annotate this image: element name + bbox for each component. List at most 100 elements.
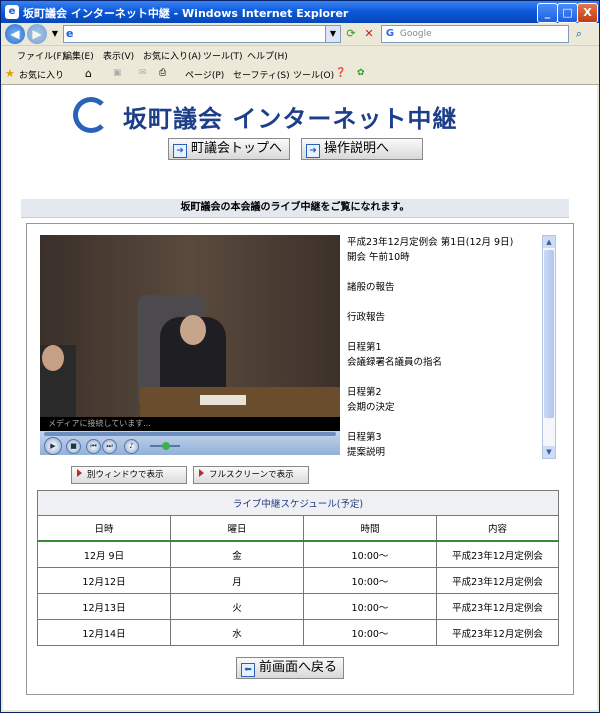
scroll-down-icon[interactable]: ▼ xyxy=(543,446,555,458)
favorites-bar: ★ お気に入り ⌂ ▣ ✉ ⎙ ページ(P) セーフティ(S) ツール(O) ❓… xyxy=(1,64,599,85)
address-input[interactable]: e ▼ xyxy=(63,25,341,43)
home-icon[interactable]: ⌂ xyxy=(85,67,92,80)
agenda-line: 日程第3 xyxy=(347,432,382,443)
assembly-top-label: 町議会トップへ xyxy=(191,141,283,156)
cell-time: 10:00～ xyxy=(303,540,437,568)
next-icon[interactable]: ⏭ xyxy=(102,439,117,454)
instructions-label: 操作説明へ xyxy=(324,141,390,156)
col-header-weekday: 曜日 xyxy=(170,515,304,542)
agenda-list: 平成23年12月定例会 第1日(12月 9日) 開会 午前10時 諸般の報告 行… xyxy=(347,235,535,457)
search-icon[interactable]: ⌕ xyxy=(571,26,587,42)
address-toolbar: ◀ ▶ ▼ e ▼ ⟳ ✕ G Google ⌕ xyxy=(1,23,599,45)
menu-edit[interactable]: 編集(E) xyxy=(63,49,94,62)
ie-icon: e xyxy=(5,5,19,19)
scroll-thumb[interactable] xyxy=(544,250,554,418)
feeds-icon[interactable]: ▣ xyxy=(113,68,122,78)
agenda-line: 日程第1 xyxy=(347,342,382,353)
cell-time: 10:00～ xyxy=(303,593,437,620)
instructions-button[interactable]: ➜ 操作説明へ xyxy=(301,138,423,160)
menu-favorites[interactable]: お気に入り(A) xyxy=(143,49,201,62)
arrow-right-icon: ➜ xyxy=(306,144,320,158)
forward-nav-icon[interactable]: ▶ xyxy=(27,24,47,44)
cell-date: 12月14日 xyxy=(37,619,171,646)
fullscreen-button[interactable]: フルスクリーンで表示 xyxy=(193,466,309,484)
search-placeholder: Google xyxy=(399,29,432,39)
favorites-button[interactable]: お気に入り xyxy=(19,68,64,81)
video-nameplate xyxy=(200,395,246,405)
player-controls: ▶ ■ ⏮ ⏭ ♪ xyxy=(40,431,340,455)
player-status: メディアに接続しています... xyxy=(40,417,340,431)
ie-page-icon: e xyxy=(66,27,74,40)
tools-menu[interactable]: ツール(O) xyxy=(293,68,334,81)
cell-weekday: 金 xyxy=(170,540,304,568)
table-row: 12月14日 水 10:00～ 平成23年12月定例会 xyxy=(37,619,559,646)
red-arrow-icon xyxy=(77,469,82,477)
scroll-up-icon[interactable]: ▲ xyxy=(543,236,555,248)
previous-icon[interactable]: ⏮ xyxy=(86,439,101,454)
play-icon[interactable]: ▶ xyxy=(44,437,62,455)
agenda-scrollbar[interactable]: ▲ ▼ xyxy=(542,235,556,459)
cell-weekday: 月 xyxy=(170,567,304,594)
browser-window: e 坂町議会 インターネット中継 - Windows Internet Expl… xyxy=(0,0,600,713)
menu-help[interactable]: ヘルプ(H) xyxy=(247,49,288,62)
cell-weekday: 水 xyxy=(170,619,304,646)
assembly-top-button[interactable]: ➜ 町議会トップへ xyxy=(168,138,290,160)
cell-content: 平成23年12月定例会 xyxy=(436,619,559,646)
minimize-button[interactable]: _ xyxy=(537,3,558,23)
maximize-button[interactable]: □ xyxy=(557,3,578,23)
back-button[interactable]: ⬅ 前画面へ戻る xyxy=(236,657,345,679)
video-player[interactable]: メディアに接続しています... xyxy=(40,235,340,431)
history-dropdown-icon[interactable]: ▼ xyxy=(47,26,63,42)
back-button-label: 前画面へ戻る xyxy=(259,660,338,675)
page-menu[interactable]: ページ(P) xyxy=(185,68,224,81)
agenda-line: 開会 午前10時 xyxy=(347,252,410,263)
seek-bar[interactable] xyxy=(44,432,336,436)
cell-weekday: 火 xyxy=(170,593,304,620)
volume-knob[interactable] xyxy=(162,442,170,450)
agenda-line xyxy=(347,415,535,430)
cell-date: 12月12日 xyxy=(37,567,171,594)
logo-text: 坂町議会 インターネット中継 xyxy=(123,104,458,133)
menu-tools[interactable]: ツール(T) xyxy=(203,49,243,62)
info-bar: 坂町議会の本会議のライブ中継をご覧になれます。 xyxy=(21,199,569,218)
mute-icon[interactable]: ♪ xyxy=(124,439,139,454)
agenda-line: 日程第2 xyxy=(347,387,382,398)
col-header-time: 時間 xyxy=(303,515,437,542)
refresh-icon[interactable]: ⟳ xyxy=(343,26,359,42)
table-row: 12月13日 火 10:00～ 平成23年12月定例会 xyxy=(37,593,559,620)
agenda-line: 諸般の報告 xyxy=(347,282,395,293)
menu-file[interactable]: ファイル(F) xyxy=(17,49,65,62)
close-button[interactable]: X xyxy=(577,3,598,23)
fullscreen-label: フルスクリーンで表示 xyxy=(209,470,294,480)
search-input[interactable]: G Google xyxy=(381,25,569,43)
table-row: 12月12日 月 10:00～ 平成23年12月定例会 xyxy=(37,567,559,594)
popup-window-button[interactable]: 別ウィンドウで表示 xyxy=(71,466,187,484)
schedule-table: ライブ中継スケジュール(予定) 日時 曜日 時間 内容 12月 9日 金 10:… xyxy=(37,490,559,646)
title-bar: e 坂町議会 インターネット中継 - Windows Internet Expl… xyxy=(1,1,599,23)
stop-icon[interactable]: ■ xyxy=(66,439,81,454)
agenda-line xyxy=(347,370,535,385)
help-icon[interactable]: ❓ xyxy=(335,68,346,78)
arrow-left-icon: ⬅ xyxy=(241,663,255,677)
safety-menu[interactable]: セーフティ(S) xyxy=(233,68,290,81)
mail-icon[interactable]: ✉ xyxy=(139,68,147,78)
menu-view[interactable]: 表示(V) xyxy=(103,49,134,62)
agenda-line xyxy=(347,265,535,280)
col-header-content: 内容 xyxy=(436,515,559,542)
stop-icon[interactable]: ✕ xyxy=(361,26,377,42)
menu-bar: ファイル(F) 編集(E) 表示(V) お気に入り(A) ツール(T) ヘルプ(… xyxy=(1,45,599,65)
cell-content: 平成23年12月定例会 xyxy=(436,567,559,594)
cell-content: 平成23年12月定例会 xyxy=(436,540,559,568)
research-icon[interactable]: ✿ xyxy=(357,68,365,78)
agenda-line xyxy=(347,295,535,310)
print-icon[interactable]: ⎙ xyxy=(159,68,166,78)
address-dropdown-icon[interactable]: ▼ xyxy=(325,26,340,42)
star-icon: ★ xyxy=(5,67,15,80)
live-panel: メディアに接続しています... ▶ ■ ⏮ ⏭ ♪ 平成23年12月定例会 第1… xyxy=(26,223,574,695)
cell-date: 12月13日 xyxy=(37,593,171,620)
arrow-right-icon: ➜ xyxy=(173,144,187,158)
site-logo: 坂町議会 インターネット中継 xyxy=(73,95,513,135)
back-nav-icon[interactable]: ◀ xyxy=(5,24,25,44)
video-speaker-head xyxy=(180,315,206,345)
cell-date: 12月 9日 xyxy=(37,540,171,568)
